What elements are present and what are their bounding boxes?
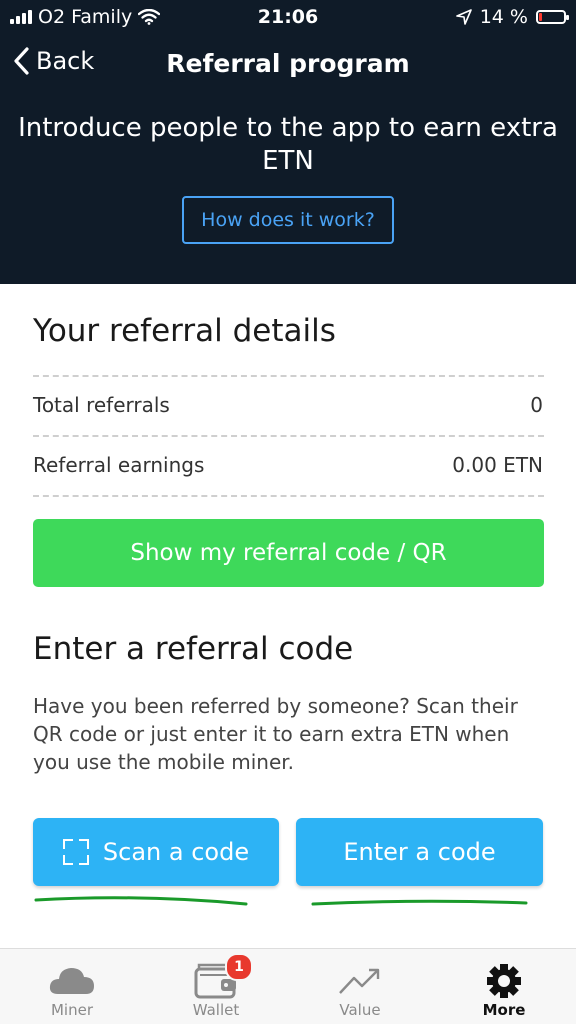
how-does-it-work-button[interactable]: How does it work? xyxy=(182,196,394,244)
tab-more-label: More xyxy=(482,1001,526,1019)
enter-code-description: Have you been referred by someone? Scan … xyxy=(33,694,518,774)
show-referral-code-button[interactable]: Show my referral code / QR xyxy=(33,519,544,587)
referral-earnings-label: Referral earnings xyxy=(33,453,205,477)
scan-code-button[interactable]: Scan a code xyxy=(33,818,279,886)
status-bar: O2 Family 21:06 14 % xyxy=(0,0,576,34)
wallet-icon: 1 xyxy=(193,953,253,1001)
total-referrals-value: 0 xyxy=(530,393,543,417)
battery-level xyxy=(539,13,542,21)
referral-earnings-value: 0.00 ETN xyxy=(452,453,543,477)
scan-frame-icon xyxy=(62,839,89,865)
total-referrals-label: Total referrals xyxy=(33,393,170,417)
divider xyxy=(33,435,544,437)
status-right: 14 % xyxy=(455,6,569,28)
gear-icon xyxy=(485,961,523,1001)
referral-details-title: Your referral details xyxy=(33,313,336,349)
intro-text: Introduce people to the app to earn extr… xyxy=(0,112,576,178)
back-button[interactable]: Back xyxy=(12,46,94,76)
divider xyxy=(33,495,544,497)
intro-line-1: Introduce people to the app to earn extr… xyxy=(18,113,558,143)
scan-code-label: Scan a code xyxy=(102,838,250,866)
tab-wallet[interactable]: 1 Wallet xyxy=(144,949,288,1024)
battery-percent: 14 % xyxy=(479,6,528,28)
chevron-left-icon xyxy=(14,47,29,75)
back-label: Back xyxy=(36,47,95,75)
tab-miner-label: Miner xyxy=(50,1001,93,1019)
underline-annotation xyxy=(34,896,528,906)
wallet-badge: 1 xyxy=(225,953,253,981)
header: Back Referral program Introduce people t… xyxy=(0,34,576,284)
location-arrow-icon xyxy=(455,9,472,25)
intro-line-2: ETN xyxy=(262,146,314,176)
cloud-icon xyxy=(48,961,96,1001)
enter-code-title: Enter a referral code xyxy=(33,631,354,667)
tab-more[interactable]: More xyxy=(432,949,576,1024)
tab-bar: Miner 1 Wallet Value More xyxy=(0,948,576,1024)
battery-icon xyxy=(536,10,569,24)
trend-up-icon xyxy=(337,961,383,1001)
divider xyxy=(33,375,544,377)
tab-value[interactable]: Value xyxy=(288,949,432,1024)
tab-value-label: Value xyxy=(339,1001,381,1019)
tab-wallet-label: Wallet xyxy=(192,1001,240,1019)
tab-miner[interactable]: Miner xyxy=(0,949,144,1024)
enter-code-button[interactable]: Enter a code xyxy=(296,818,543,886)
